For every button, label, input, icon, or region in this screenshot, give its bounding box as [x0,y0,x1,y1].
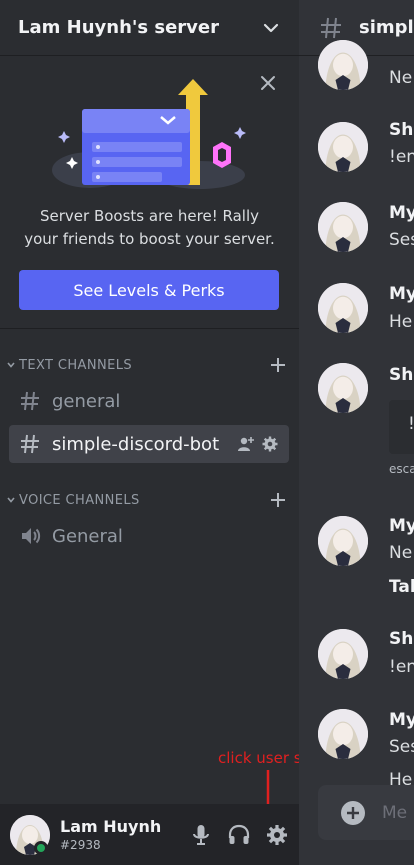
message-avatar[interactable] [318,629,368,679]
add-channel-icon[interactable] [269,491,287,509]
server-boost-panel: Server Boosts are here! Rally your frien… [0,57,299,329]
server-boost-illustration [52,79,246,189]
add-channel-icon[interactable] [269,356,287,374]
category-label: TEXT CHANNELS [19,357,133,373]
message-author[interactable]: Shi [389,120,414,140]
message-bold-text: Tal [389,577,414,597]
headphones-icon[interactable] [227,823,251,847]
message-avatar[interactable] [318,363,368,413]
user-settings-gear-icon[interactable] [265,823,289,847]
online-status-indicator [34,841,48,855]
user-name: Lam Huynh [60,817,162,836]
close-icon[interactable] [257,72,279,94]
message-avatar[interactable] [318,40,368,90]
message-author[interactable]: My [389,710,414,730]
hash-icon [321,17,341,38]
channel-general[interactable]: general [9,382,289,420]
speaker-icon [22,528,41,544]
message-author[interactable]: My [389,516,414,536]
boost-line-2: your friends to boost your server. [24,230,275,248]
user-info[interactable]: Lam Huynh #2938 [60,817,175,852]
hash-icon [21,391,39,411]
message-author[interactable]: Shi [389,365,414,385]
message-text: Ne [389,543,413,563]
voice-channel-general[interactable]: General [9,517,289,555]
boost-line-1: Server Boosts are here! Rally [40,207,259,225]
message-text: Ses [389,737,414,757]
channel-title: simple [359,17,414,38]
embed-text: ! [408,414,414,434]
channel-label: simple-discord-bot [52,433,220,455]
message-text: He [389,312,413,332]
message-embed: ! [389,400,414,454]
channel-label: general [52,390,121,412]
user-tag: #2938 [60,838,101,852]
message-author[interactable]: Shi [389,629,414,649]
channel-simple-discord-bot[interactable]: simple-discord-bot [9,425,289,463]
message-avatar[interactable] [318,202,368,252]
chevron-down-icon [7,362,15,368]
hash-icon [21,434,39,454]
category-text-channels[interactable]: TEXT CHANNELS [6,355,291,375]
message-text: Ses [389,230,414,250]
boost-description: Server Boosts are here! Rally your frien… [10,205,289,251]
category-voice-channels[interactable]: VOICE CHANNELS [6,490,291,510]
chevron-down-icon [7,497,15,503]
composer-placeholder: Me [382,802,408,823]
user-panel: Lam Huynh #2938 [0,804,299,865]
add-attachment-icon[interactable] [340,800,366,826]
server-name: Lam Huynh's server [18,17,219,38]
channel-sidebar: Lam Huynh's server Server Boosts are her… [0,0,346,865]
message-avatar[interactable] [318,122,368,172]
message-text: !en [389,657,414,677]
category-label: VOICE CHANNELS [19,492,140,508]
server-header[interactable]: Lam Huynh's server [0,0,299,56]
message-avatar[interactable] [318,709,368,759]
message-text: Ne [389,68,413,88]
message-avatar[interactable] [318,516,368,566]
invite-member-icon[interactable] [237,435,255,453]
message-author[interactable]: My [389,203,414,223]
gear-icon[interactable] [261,435,279,453]
message-text: !en [389,147,414,167]
message-small-text: esca [389,462,414,476]
chevron-down-icon[interactable] [261,18,281,38]
message-composer[interactable]: Me [318,785,414,840]
message-author[interactable]: My [389,284,414,304]
message-avatar[interactable] [318,283,368,333]
microphone-icon[interactable] [189,823,213,847]
channel-label: General [52,525,123,547]
see-levels-perks-button[interactable]: See Levels & Perks [19,270,279,310]
chat-area: simple Ne Shi !en My Ses My He Shi ! esc… [299,0,414,865]
